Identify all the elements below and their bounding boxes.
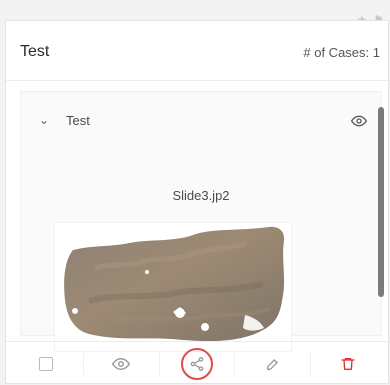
checkbox-icon xyxy=(38,356,53,371)
group-label: Test xyxy=(66,113,90,128)
tissue-thumbnail xyxy=(64,226,285,342)
window: ★ ⚑ Test # of Cases: 1 ⌄ Test Slide3.jp2 xyxy=(0,0,390,385)
case-count: # of Cases: 1 xyxy=(303,45,380,60)
chevron-down-icon[interactable]: ⌄ xyxy=(39,114,51,126)
delete-button[interactable] xyxy=(330,346,366,382)
panel-header: Test # of Cases: 1 xyxy=(6,21,388,81)
vertical-scrollbar[interactable] xyxy=(378,107,384,297)
slide-thumbnail[interactable] xyxy=(54,222,292,352)
toolbar-divider xyxy=(158,352,160,375)
pencil-icon xyxy=(266,358,278,370)
edit-button[interactable] xyxy=(255,346,291,382)
group-row[interactable]: ⌄ Test xyxy=(21,110,381,136)
case-panel: Test # of Cases: 1 ⌄ Test Slide3.jp2 xyxy=(5,20,389,384)
view-button[interactable] xyxy=(103,346,139,382)
share-button[interactable] xyxy=(179,346,215,382)
case-list: ⌄ Test Slide3.jp2 xyxy=(20,91,382,352)
panel-title: Test xyxy=(20,43,50,60)
trash-icon xyxy=(341,357,355,370)
toolbar-divider xyxy=(234,352,236,375)
select-checkbox[interactable] xyxy=(28,346,64,382)
toolbar-divider xyxy=(82,352,84,375)
toolbar-divider xyxy=(309,352,311,375)
eye-icon[interactable] xyxy=(351,113,367,129)
action-toolbar xyxy=(6,341,388,385)
eye-icon xyxy=(112,357,131,370)
share-highlight-ring xyxy=(180,347,213,380)
slide-name: Slide3.jp2 xyxy=(172,188,230,203)
